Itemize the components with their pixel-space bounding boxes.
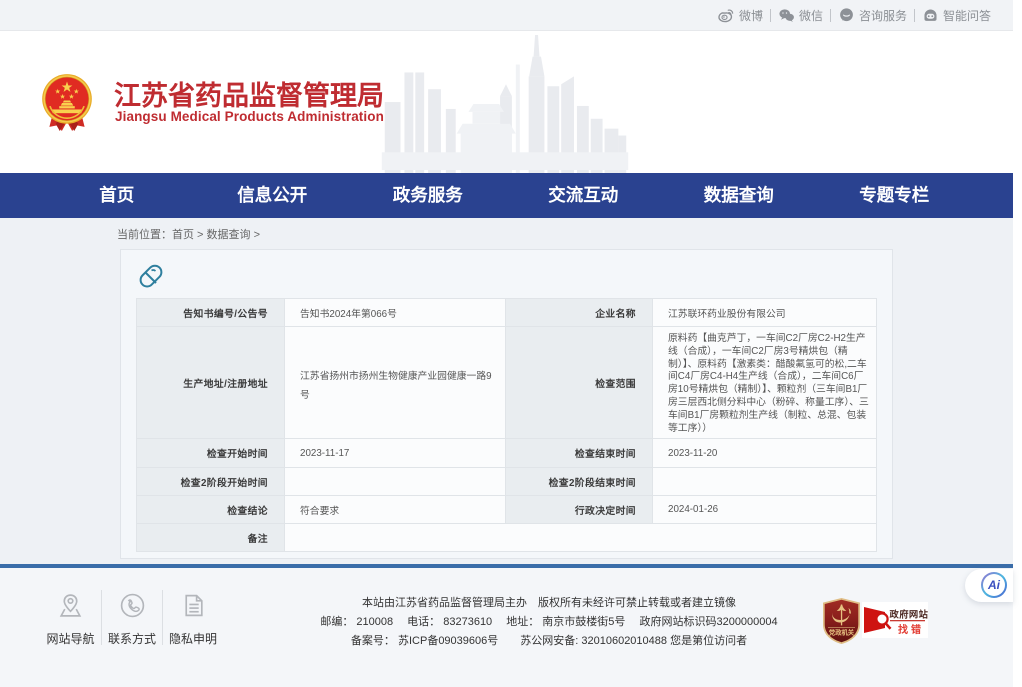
svg-text:政府网站: 政府网站 xyxy=(890,609,929,620)
svg-text:找错: 找错 xyxy=(898,623,924,636)
svg-text:党政机关: 党政机关 xyxy=(828,628,855,637)
